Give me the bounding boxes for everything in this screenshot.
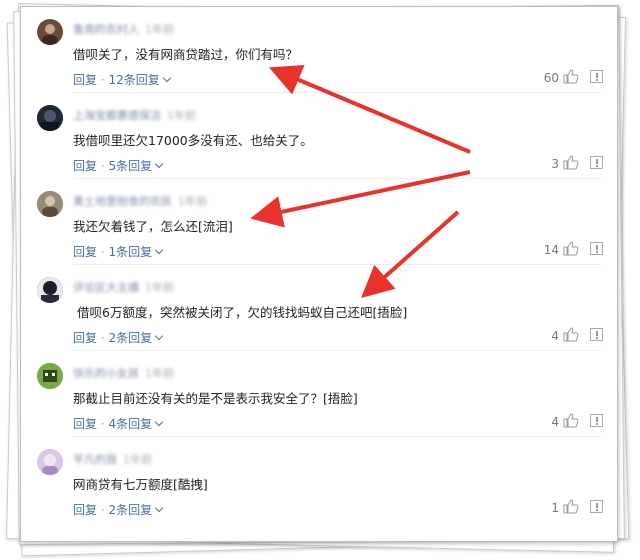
username[interactable]: 评论区大主播 1年前 [73, 279, 174, 295]
comment-item: 鲁南的农村人 1年前 借呗关了，没有网商贷踏过，你们有吗？ 回复 · 12条回复 … [21, 7, 617, 93]
report-icon[interactable] [590, 500, 603, 513]
avatar[interactable] [37, 363, 63, 389]
thumbs-up-icon[interactable] [563, 155, 579, 170]
replies-count: 4条回复 [108, 417, 153, 431]
report-icon[interactable] [590, 242, 603, 255]
like-count: 4 [551, 329, 559, 343]
reply-button[interactable]: 回复 · 4条回复 [73, 415, 164, 432]
username[interactable]: 黄土地里刨食的农民 1年前 [73, 193, 207, 209]
username[interactable]: 鲁南的农村人 1年前 [73, 21, 174, 37]
replies-count: 12条回复 [108, 73, 160, 87]
like-count: 4 [551, 415, 559, 429]
avatar[interactable] [37, 449, 63, 475]
reply-button[interactable]: 回复 · 2条回复 [73, 329, 164, 346]
chevron-down-icon [154, 245, 164, 255]
comment-text: 网商贷有七万额度[酷拽] [73, 477, 208, 492]
thumbs-up-icon[interactable] [563, 413, 579, 428]
comment-item: 上海宝都惠德保洁 1年前 我借呗里还欠17000多没有还、也给关了。 回复 · 5… [21, 93, 617, 179]
avatar[interactable] [37, 105, 63, 131]
reply-button[interactable]: 回复 · 1条回复 [73, 243, 164, 260]
chevron-down-icon [162, 73, 172, 83]
comment-item: 平凡的我 1年前 网商贷有七万额度[酷拽] 回复 · 2条回复 1 [21, 437, 617, 523]
reply-button[interactable]: 回复 · 12条回复 [73, 71, 172, 88]
comment-list: 鲁南的农村人 1年前 借呗关了，没有网商贷踏过，你们有吗？ 回复 · 12条回复 … [20, 6, 618, 542]
report-icon[interactable] [590, 414, 603, 427]
chevron-down-icon [154, 503, 164, 513]
avatar[interactable] [37, 191, 63, 217]
comment-text: 借呗6万额度，突然被关闭了，欠的钱找蚂蚁自己还吧[捂脸] [77, 305, 408, 320]
thumbs-up-icon[interactable] [563, 327, 579, 342]
username[interactable]: 上海宝都惠德保洁 1年前 [73, 107, 196, 123]
comment-text: 借呗关了，没有网商贷踏过，你们有吗？ [73, 47, 299, 62]
reply-button[interactable]: 回复 · 5条回复 [73, 157, 164, 174]
like-count: 14 [543, 243, 559, 257]
username[interactable]: 快乐的小女孩 1年前 [73, 365, 174, 381]
reply-button[interactable]: 回复 · 2条回复 [73, 501, 164, 518]
like-count: 60 [543, 71, 559, 85]
chevron-down-icon [154, 159, 164, 169]
username[interactable]: 平凡的我 1年前 [73, 451, 152, 467]
avatar[interactable] [37, 277, 63, 303]
replies-count: 1条回复 [108, 245, 153, 259]
comment-item: 快乐的小女孩 1年前 那截止目前还没有关的是不是表示我安全了？[捂脸] 回复 · … [21, 351, 617, 437]
report-icon[interactable] [590, 156, 603, 169]
thumbs-up-icon[interactable] [563, 69, 579, 84]
chevron-down-icon [154, 331, 164, 341]
comment-item: 评论区大主播 1年前 借呗6万额度，突然被关闭了，欠的钱找蚂蚁自己还吧[捂脸] 回… [21, 265, 617, 351]
like-count: 3 [551, 157, 559, 171]
replies-count: 5条回复 [108, 159, 153, 173]
replies-count: 2条回复 [108, 331, 153, 345]
thumbs-up-icon[interactable] [563, 241, 579, 256]
avatar[interactable] [37, 19, 63, 45]
comment-text: 我还欠着钱了，怎么还[流泪] [73, 219, 233, 234]
replies-count: 2条回复 [108, 503, 153, 517]
report-icon[interactable] [590, 328, 603, 341]
like-count: 1 [551, 501, 559, 515]
report-icon[interactable] [590, 70, 603, 83]
chevron-down-icon [154, 417, 164, 427]
thumbs-up-icon[interactable] [563, 499, 579, 514]
comment-item: 黄土地里刨食的农民 1年前 我还欠着钱了，怎么还[流泪] 回复 · 1条回复 14 [21, 179, 617, 265]
comment-text: 我借呗里还欠17000多没有还、也给关了。 [73, 133, 313, 148]
comment-text: 那截止目前还没有关的是不是表示我安全了？[捂脸] [73, 391, 358, 406]
